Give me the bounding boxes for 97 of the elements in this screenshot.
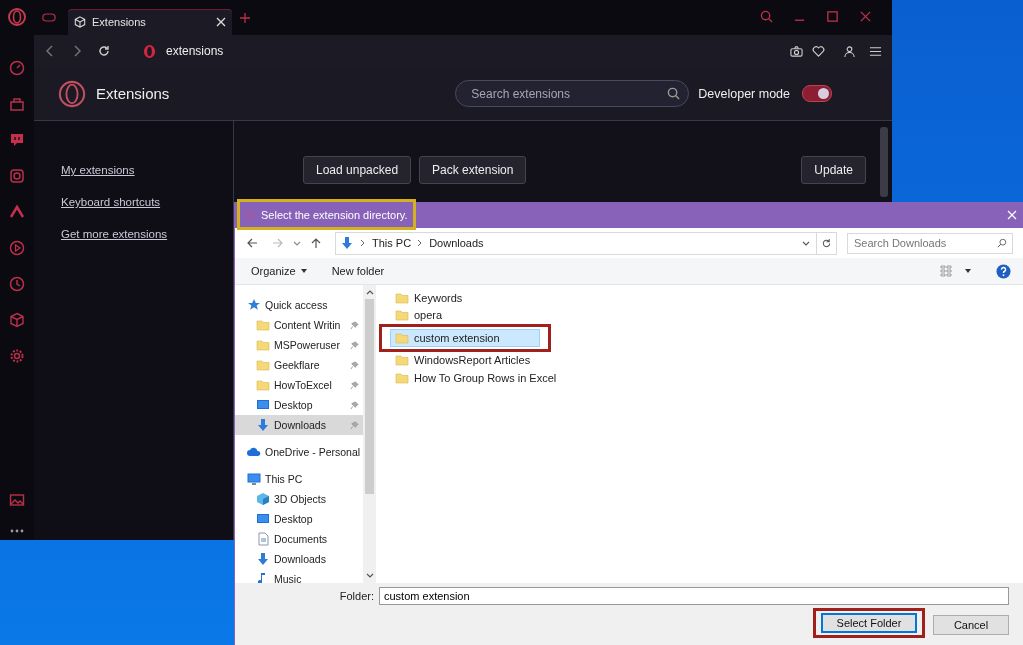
speedometer-icon[interactable] [9, 60, 25, 76]
chevron-icon [360, 239, 366, 247]
search-icon [997, 237, 1007, 248]
dialog-title: Select the extension directory. [261, 209, 408, 221]
download-icon [256, 418, 270, 432]
developer-mode-label: Developer mode [698, 86, 790, 101]
nav-link[interactable]: Keyboard shortcuts [61, 196, 161, 208]
nav-item[interactable]: Downloads [235, 415, 363, 435]
folder-item[interactable]: opera [390, 306, 540, 324]
menu-icon[interactable] [869, 44, 882, 58]
folder-icon [395, 330, 409, 345]
search-icon [667, 87, 681, 100]
profile-icon[interactable] [843, 44, 856, 58]
nav-item[interactable]: Desktop [235, 509, 363, 529]
tab[interactable]: Extensions [68, 9, 232, 35]
nav-item[interactable]: Content Writin [235, 315, 363, 335]
folder-icon [256, 338, 270, 352]
settings-icon[interactable] [9, 348, 25, 364]
developer-mode-toggle[interactable] [802, 85, 832, 102]
folder-icon [395, 353, 409, 368]
breadcrumb-item[interactable]: Downloads [429, 237, 484, 249]
folder-icon [256, 318, 270, 332]
caret-icon[interactable] [964, 267, 972, 275]
breadcrumb-item[interactable]: This PC [372, 237, 412, 249]
opera-logo-icon[interactable] [8, 8, 26, 26]
update-button[interactable]: Update [801, 156, 866, 184]
more-icon[interactable] [9, 528, 25, 534]
chat-bubble-icon[interactable] [9, 132, 25, 148]
star-icon [247, 298, 261, 312]
folder-name-field[interactable]: custom extension [379, 587, 1009, 605]
opera-logo-icon [245, 209, 255, 221]
gallery-icon[interactable] [9, 492, 25, 508]
computer-icon [247, 472, 261, 486]
maximize-icon[interactable] [826, 10, 839, 23]
folder-label: Folder: [339, 590, 374, 602]
nav-item[interactable]: HowToExcel [235, 375, 363, 395]
nav-item[interactable]: Downloads [235, 549, 363, 569]
folder-icon [395, 290, 409, 305]
nav-item[interactable]: MSPoweruser [235, 335, 363, 355]
desktop-icon [256, 398, 270, 412]
heart-icon[interactable] [812, 44, 825, 58]
scroll-up-icon[interactable] [365, 289, 374, 295]
dialog-button[interactable]: Cancel [933, 614, 1009, 635]
toolbar-button[interactable]: New folder [331, 265, 385, 277]
dropdown-icon[interactable] [802, 239, 810, 247]
up-arrow-icon[interactable] [310, 237, 322, 249]
search-icon[interactable] [760, 10, 773, 23]
plus-icon[interactable] [240, 13, 250, 23]
address-bar[interactable]: This PC Downloads [335, 231, 837, 255]
toolbar-button[interactable]: Organize [251, 265, 308, 277]
refresh-icon[interactable] [821, 237, 832, 249]
folder-icon [395, 308, 409, 323]
opera-logo-icon [143, 43, 156, 59]
cube-icon [256, 492, 270, 506]
clock-icon[interactable] [9, 276, 25, 292]
nav-item[interactable]: Geekflare [235, 355, 363, 375]
cube-icon [74, 16, 86, 28]
help-icon[interactable] [996, 263, 1011, 279]
action-button[interactable]: Load unpacked [303, 156, 412, 184]
nav-link[interactable]: Get more extensions [61, 228, 168, 240]
download-icon [256, 552, 270, 566]
back-icon[interactable] [246, 237, 258, 249]
download-icon [340, 236, 354, 250]
nav-item[interactable]: OneDrive - Personal [235, 442, 363, 462]
bag-icon[interactable] [9, 96, 25, 112]
reload-icon[interactable] [98, 45, 110, 57]
gamepad-icon[interactable] [42, 12, 56, 23]
nav-link[interactable]: My extensions [61, 164, 135, 176]
page-title: Extensions [96, 85, 170, 102]
opera-logo-icon [58, 79, 86, 108]
folder-icon [256, 378, 270, 392]
action-button[interactable]: Pack extension [419, 156, 527, 184]
address-field[interactable]: extensions [166, 44, 224, 58]
folder-item[interactable]: How To Group Rows in Excel [390, 369, 558, 387]
search-field[interactable]: Search extensions [455, 80, 690, 107]
play-icon[interactable] [9, 240, 25, 256]
folder-icon [395, 370, 409, 385]
scrollbar[interactable] [363, 285, 376, 583]
folder-item[interactable]: custom extension [390, 329, 540, 347]
scroll-down-icon[interactable] [365, 573, 374, 579]
camera-icon[interactable] [790, 44, 803, 58]
cube-icon[interactable] [9, 312, 25, 328]
folder-item[interactable]: Keywords [390, 289, 540, 307]
nav-item[interactable]: This PC [235, 469, 363, 489]
desktop-icon [256, 512, 270, 526]
nav-item[interactable]: Documents [235, 529, 363, 549]
nav-item[interactable]: 3D Objects [235, 489, 363, 509]
folder-icon [256, 358, 270, 372]
cloud-icon [247, 445, 261, 459]
nav-item[interactable]: Music [235, 569, 363, 583]
scrollbar[interactable] [880, 127, 888, 197]
document-icon [256, 532, 270, 546]
folder-item[interactable]: WindowsReport Articles [390, 351, 540, 369]
nav-item[interactable]: Quick access [235, 295, 363, 315]
chevron-icon [417, 239, 424, 247]
nav-item[interactable]: Desktop [235, 395, 363, 415]
dialog-button[interactable]: Select Folder [821, 613, 917, 633]
